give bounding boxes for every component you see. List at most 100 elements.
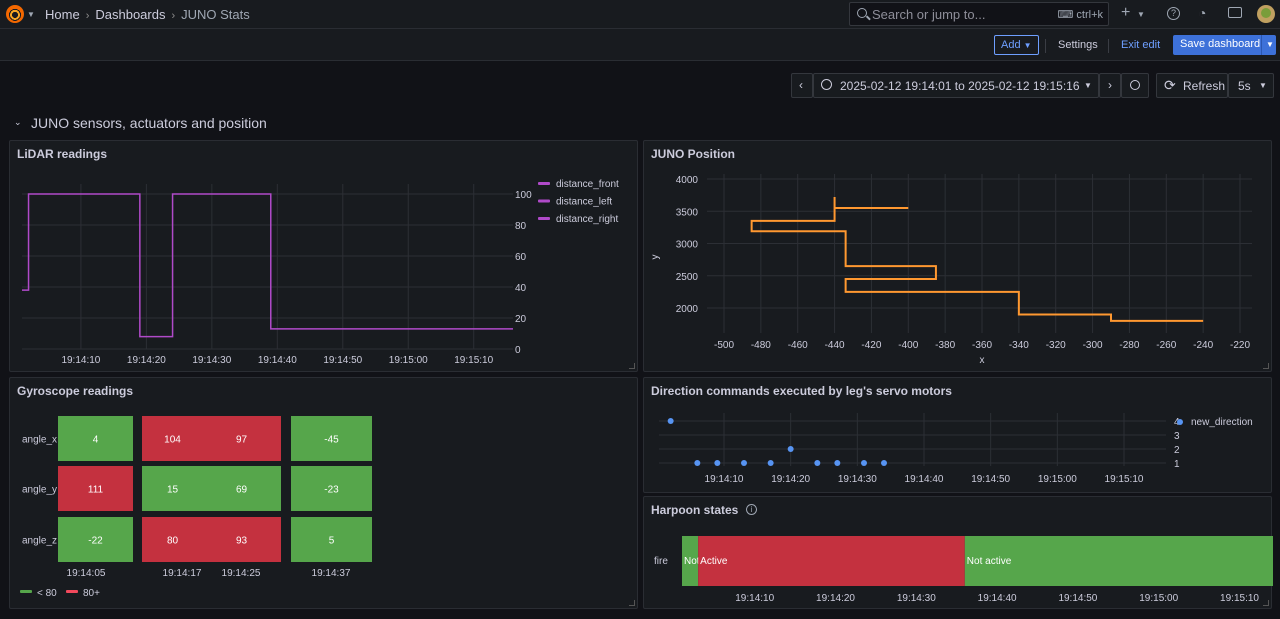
dashboard-toolbar: Add ▼ Settings Exit edit Save dashboard ▼	[0, 29, 1280, 61]
lidar-chart: 0 20 40 60 80 100 19:14:10 19:14:20 19:14:30 19:1…	[22, 179, 619, 366]
scatter-point	[694, 460, 701, 466]
x-tick-label: 19:15:10	[1105, 474, 1144, 485]
column-label: 19:14:25	[222, 568, 261, 579]
legend-item: new_direction	[1191, 417, 1253, 428]
state-label: Not active	[967, 556, 1012, 567]
chevron-down-icon[interactable]: ▼	[1137, 10, 1145, 19]
grafana-logo-icon[interactable]	[6, 5, 24, 23]
state-label: Active	[700, 556, 728, 567]
x-tick-label: 19:15:10	[454, 355, 493, 366]
clock-icon	[821, 79, 832, 90]
legend-swatch	[538, 217, 550, 220]
chevron-down-icon[interactable]: ▼	[1261, 35, 1276, 55]
direction-panel: Direction commands executed by leg's ser…	[643, 377, 1272, 493]
chevron-down-icon: ▼	[1259, 81, 1267, 90]
x-tick-label: 19:14:50	[1058, 593, 1097, 604]
x-tick-label: 19:14:50	[971, 474, 1010, 485]
x-tick-label: 19:14:20	[816, 593, 855, 604]
y-tick-label: 1	[1174, 459, 1180, 470]
x-tick-label: -240	[1193, 340, 1213, 351]
x-tick-label: -500	[714, 340, 734, 351]
scatter-point	[741, 460, 747, 466]
resize-handle[interactable]	[629, 363, 635, 369]
column-label: 19:14:17	[163, 568, 202, 579]
chevron-down-icon: ▼	[1084, 81, 1092, 90]
rss-news-icon[interactable]: ◔	[1198, 5, 1206, 21]
search-icon	[857, 8, 867, 18]
chevron-right-icon: ›	[1108, 78, 1112, 92]
scatter-point	[787, 446, 794, 452]
y-tick-label: 3	[1174, 431, 1180, 442]
refresh-label: Refresh	[1183, 79, 1226, 93]
refresh-interval-value: 5s	[1238, 79, 1251, 93]
row-label: angle_x	[22, 435, 57, 446]
x-axis-label: x	[980, 355, 985, 366]
x-tick-label: 19:14:10	[705, 474, 744, 485]
series-line	[22, 193, 513, 338]
legend-swatch	[538, 199, 550, 203]
keyboard-icon: ⌨	[1057, 9, 1074, 21]
heatmap-cell-value: 97	[236, 435, 248, 446]
plus-icon[interactable]: +	[1121, 4, 1130, 22]
x-tick-label: 19:14:30	[838, 474, 877, 485]
time-range-forward-button[interactable]: ›	[1099, 73, 1121, 98]
x-tick-label: -400	[898, 340, 918, 351]
x-tick-label: 19:14:20	[127, 355, 166, 366]
time-range-text: 2025-02-12 19:14:01 to 2025-02-12 19:15:…	[840, 79, 1080, 93]
breadcrumb-home[interactable]: Home	[45, 7, 80, 22]
user-avatar[interactable]	[1257, 5, 1275, 23]
help-icon[interactable]: ?	[1167, 7, 1180, 20]
legend-swatch	[20, 590, 32, 593]
x-tick-label: 19:15:00	[1038, 474, 1077, 485]
x-tick-label: -260	[1156, 340, 1176, 351]
y-tick-label: 0	[515, 345, 521, 356]
zoom-out-button[interactable]	[1121, 73, 1149, 98]
top-navbar: ▼ Home › Dashboards › JUNO Stats Search or j…	[0, 0, 1280, 29]
refresh-button[interactable]: ⟳ Refresh	[1156, 73, 1228, 98]
x-tick-label: 19:14:10	[61, 355, 100, 366]
x-tick-label: -360	[972, 340, 992, 351]
time-range-back-button[interactable]: ‹	[791, 73, 813, 98]
add-button[interactable]: Add ▼	[994, 35, 1039, 55]
lidar-panel: LiDAR readings 0 20 40 60 80 100 19:14:10 19:14…	[9, 140, 638, 372]
refresh-interval-picker[interactable]: 5s ▼	[1228, 73, 1274, 98]
row-title[interactable]: JUNO sensors, actuators and position	[31, 115, 267, 131]
divider	[1045, 39, 1046, 53]
chevron-down-icon[interactable]: ▼	[27, 10, 35, 19]
y-tick-label: 2	[1174, 445, 1180, 456]
x-tick-label: -300	[1083, 340, 1103, 351]
row-label: angle_y	[22, 485, 57, 496]
scatter-point	[834, 460, 841, 466]
x-tick-label: -460	[788, 340, 808, 351]
settings-button[interactable]: Settings	[1058, 39, 1098, 51]
x-tick-label: 19:14:40	[258, 355, 297, 366]
save-dashboard-button[interactable]: Save dashboard ▼	[1173, 35, 1276, 55]
heatmap-cell-value: 80	[167, 536, 179, 547]
breadcrumb-dashboards[interactable]: Dashboards	[95, 7, 165, 22]
position-chart: 2000 2500 3000 3500 4000 -500 -480 -460 -440 -420…	[650, 174, 1252, 366]
y-tick-label: 3000	[676, 240, 699, 251]
x-tick-label: -320	[1046, 340, 1066, 351]
resize-handle[interactable]	[629, 600, 635, 606]
x-tick-label: 19:14:50	[323, 355, 362, 366]
x-tick-label: 19:14:40	[905, 474, 944, 485]
resize-handle[interactable]	[1263, 363, 1269, 369]
column-label: 19:14:37	[312, 568, 351, 579]
save-button-label: Save dashboard	[1180, 38, 1261, 50]
heatmap-cell-value: 4	[93, 435, 99, 446]
x-tick-label: 19:14:30	[192, 355, 231, 366]
y-tick-label: 2500	[676, 272, 699, 283]
legend-item: distance_left	[556, 197, 612, 208]
resize-handle[interactable]	[1263, 600, 1269, 606]
breadcrumb: Home › Dashboards › JUNO Stats	[45, 7, 250, 22]
kiosk-mode-icon[interactable]	[1228, 7, 1242, 18]
time-range-picker[interactable]: 2025-02-12 19:14:01 to 2025-02-12 19:15:…	[813, 73, 1099, 98]
x-tick-label: -480	[751, 340, 771, 351]
row-label: fire	[654, 556, 668, 567]
shortcut-text: ctrl+k	[1076, 9, 1103, 21]
scatter-point	[714, 460, 721, 466]
search-input[interactable]: Search or jump to... ⌨ ctrl+k	[849, 2, 1109, 26]
x-tick-label: 19:15:10	[1220, 593, 1259, 604]
exit-edit-button[interactable]: Exit edit	[1121, 39, 1160, 51]
collapse-row-icon[interactable]: ⌄	[14, 117, 22, 128]
